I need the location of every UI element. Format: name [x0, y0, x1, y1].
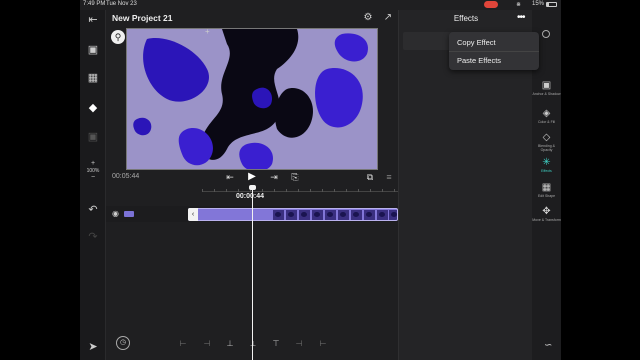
effects-icon: ✳ [542, 157, 551, 168]
preview-area [106, 24, 398, 170]
status-time: 7:49 PM [83, 1, 106, 7]
playhead[interactable] [252, 185, 253, 360]
skip-to-start-icon[interactable]: ⇤ [224, 171, 236, 183]
share-icon[interactable]: ↗ [382, 12, 394, 24]
camera-icon[interactable]: ▣ [86, 130, 100, 144]
color-fill-icon: ◈ [542, 108, 551, 119]
effects-context-menu: Copy Effect Paste Effects [449, 32, 539, 70]
project-title[interactable]: New Project 21 [112, 13, 172, 23]
tool-color-fill[interactable]: ◈ Color & Fill [532, 108, 561, 124]
tool-label: Blending & Opacity [538, 144, 555, 152]
trim-left-icon[interactable]: ⊢ [176, 338, 190, 350]
app-window: 7:49 PM Tue Nov 23 ⋇ 15% ⇤ ▣ ▦ ◆ ▣ + 100… [80, 0, 561, 360]
redo-icon[interactable]: ↷ [86, 230, 100, 244]
split-left-icon[interactable]: ⊣ [200, 338, 214, 350]
eye-icon[interactable]: ◉ [112, 209, 119, 218]
screen-record-indicator [484, 1, 498, 8]
layer-chip[interactable] [124, 211, 134, 217]
tool-label: Edit Shape [537, 194, 556, 198]
tool-edit-shape[interactable]: ▦ Edit Shape [532, 182, 561, 198]
status-date: Tue Nov 23 [106, 1, 137, 7]
video-frame [127, 29, 377, 169]
tool-anchor-shadow[interactable]: ▣ Anchor & Shadow [532, 80, 561, 96]
aspect-ratio-icon[interactable]: ▣ [86, 43, 100, 57]
undo-icon[interactable]: ↶ [86, 203, 100, 217]
send-icon[interactable]: ➤ [86, 340, 100, 354]
play-icon[interactable]: ▶ [246, 171, 258, 183]
current-time: 00:05:44 [112, 173, 140, 180]
magnifier-icon[interactable]: ⚲ [111, 30, 125, 44]
video-preview[interactable] [126, 28, 378, 170]
video-clip[interactable] [188, 208, 398, 221]
zoom-in-button[interactable]: + [84, 160, 102, 167]
more-icon[interactable]: ••• [517, 12, 525, 23]
battery-percent: 15% [532, 1, 545, 7]
grid-icon[interactable]: ▦ [86, 71, 100, 85]
skip-to-end-icon[interactable]: ⇥ [268, 171, 280, 183]
tool-blending[interactable]: ◇ Blending & Opacity [532, 132, 561, 152]
split-center-icon[interactable]: ⟂ [246, 338, 260, 350]
back-icon[interactable]: ⇤ [86, 13, 100, 27]
status-bar: 7:49 PM Tue Nov 23 ⋇ 15% [80, 0, 561, 10]
copy-effect-menu-item[interactable]: Copy Effect [457, 38, 496, 47]
edit-shape-icon: ▦ [541, 182, 552, 193]
playhead-time: 00:00:44 [236, 193, 265, 200]
tool-move-transform[interactable]: ✥ Move & Transform [532, 206, 561, 222]
zoom-out-button[interactable]: − [84, 174, 102, 181]
gear-icon[interactable]: ⚙ [362, 12, 374, 24]
snap-icon[interactable]: ≡ [383, 171, 395, 183]
tool-label: Anchor & Shadow [532, 92, 561, 96]
motion-icon[interactable]: ∽ [544, 340, 552, 351]
ripple-icon[interactable]: ⊢ [316, 338, 330, 350]
speedometer-icon[interactable]: ◷ [116, 336, 130, 350]
battery-icon [546, 2, 557, 7]
bookmark-icon[interactable]: ⎘ [289, 171, 301, 183]
playhead-handle[interactable] [249, 185, 256, 190]
timeline-ruler[interactable] [202, 186, 398, 192]
plus-icon[interactable]: + [205, 27, 210, 36]
anchor-icon: ▣ [541, 80, 552, 91]
paste-effects-menu-item[interactable]: Paste Effects [457, 56, 501, 65]
clip-trim-handle[interactable]: ‹ [188, 208, 198, 221]
menu-divider [449, 51, 539, 52]
left-toolbar: ⇤ ▣ ▦ ◆ ▣ + 100% − ↶ ↷ ➤ [80, 10, 106, 360]
wifi-icon: ⋇ [516, 2, 522, 8]
circle-icon[interactable] [542, 30, 550, 38]
trim-right-icon[interactable]: ⊣ [292, 338, 306, 350]
duplicate-icon[interactable]: ⧉ [364, 171, 376, 183]
tool-effects[interactable]: ✳ Effects [532, 157, 561, 173]
move-icon: ✥ [542, 206, 551, 217]
tool-label: Move & Transform [532, 218, 561, 222]
split-right-icon[interactable]: ⊤ [269, 338, 283, 350]
effects-title: Effects [453, 14, 479, 23]
tool-label: Color & Fill [537, 120, 556, 124]
tool-label: Effects [541, 169, 552, 173]
layers-icon[interactable]: ◆ [86, 101, 100, 115]
split-icon[interactable]: ⊥ [223, 338, 237, 350]
blending-icon: ◇ [542, 132, 551, 143]
